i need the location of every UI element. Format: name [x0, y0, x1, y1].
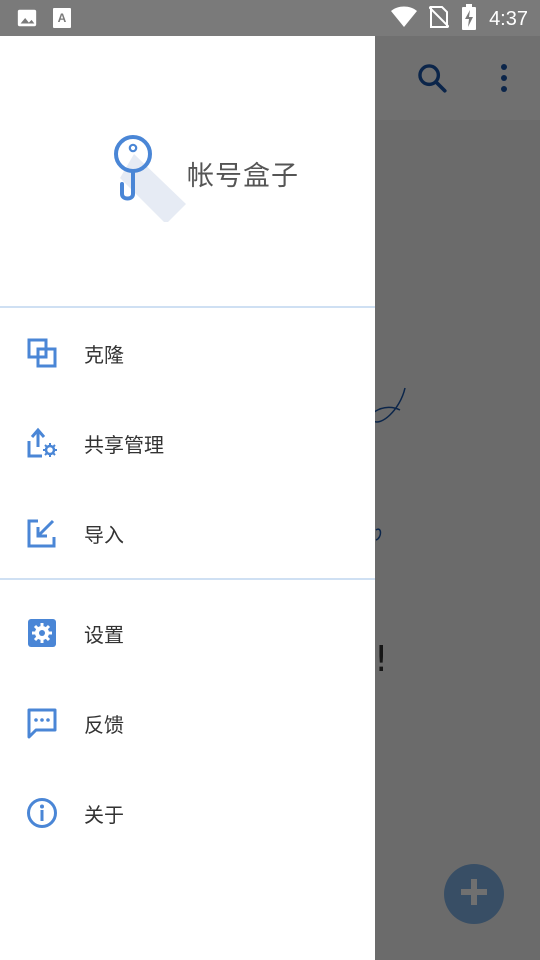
- wifi-icon: [391, 6, 418, 32]
- key-icon: [106, 132, 186, 224]
- share-settings-icon: [26, 427, 58, 459]
- import-icon: [26, 517, 58, 549]
- battery-charging-icon: [461, 4, 477, 34]
- image-icon: [16, 7, 38, 33]
- menu-item-label: 导入: [84, 522, 124, 547]
- menu-item-import[interactable]: 导入: [0, 488, 375, 578]
- menu-item-feedback[interactable]: 反馈: [0, 678, 375, 768]
- menu-item-about[interactable]: 关于: [0, 768, 375, 858]
- status-time: 4:37: [489, 7, 528, 30]
- menu-item-settings[interactable]: 设置: [0, 588, 375, 678]
- feedback-icon: [26, 707, 58, 739]
- clone-icon: [26, 337, 58, 369]
- menu-item-label: 反馈: [84, 712, 124, 737]
- menu-group-secondary: 设置 反馈 关于: [0, 580, 375, 858]
- navigation-drawer: 帐号盒子 克隆 共享管理 导入 设置 反馈 关于: [0, 36, 375, 960]
- menu-item-clone[interactable]: 克隆: [0, 308, 375, 398]
- menu-item-label: 共享管理: [84, 432, 164, 457]
- app-name: 帐号盒子: [187, 161, 299, 192]
- menu-item-label: 克隆: [84, 342, 124, 367]
- menu-group-primary: 克隆 共享管理 导入: [0, 308, 375, 578]
- menu-item-label: 设置: [84, 622, 124, 647]
- status-bar: A 4:37: [0, 0, 540, 36]
- settings-icon: [26, 617, 58, 649]
- info-icon: [26, 797, 58, 829]
- menu-item-label: 关于: [84, 802, 124, 827]
- drawer-header: 帐号盒子: [0, 36, 375, 306]
- menu-item-share-management[interactable]: 共享管理: [0, 398, 375, 488]
- font-icon: A: [52, 7, 72, 33]
- no-sim-icon: [428, 5, 450, 33]
- svg-text:A: A: [58, 11, 67, 25]
